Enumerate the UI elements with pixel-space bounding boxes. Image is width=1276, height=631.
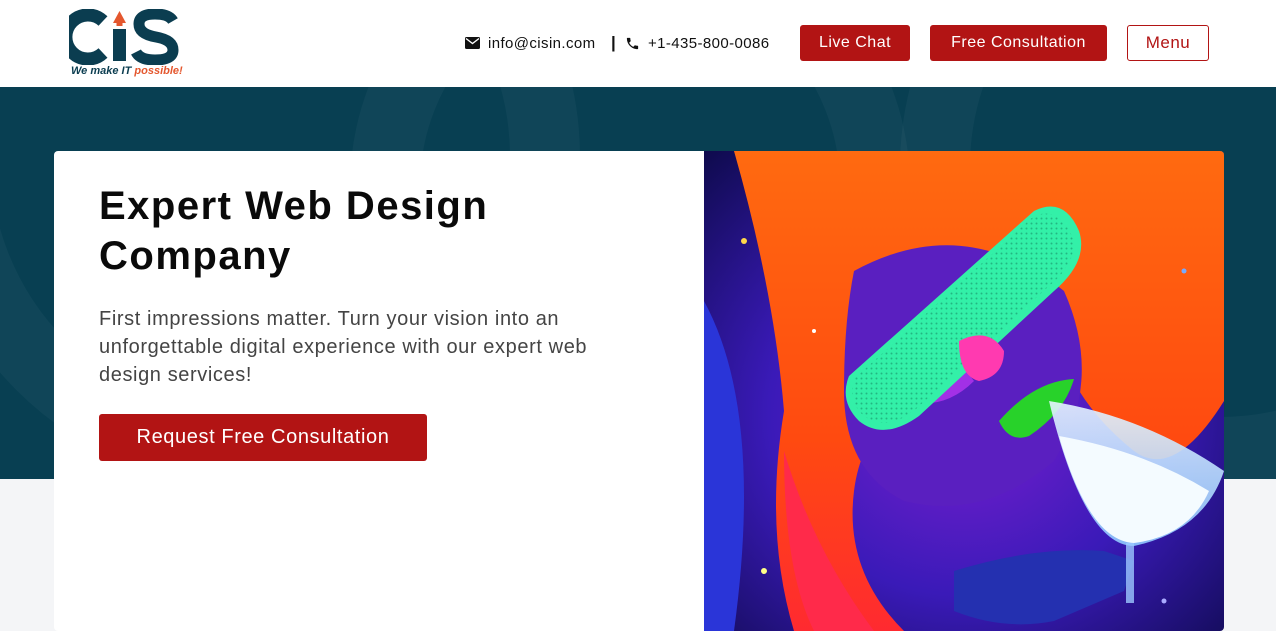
cis-logo[interactable]: We make IT possible!: [59, 8, 183, 79]
page-title: Expert Web Design Company: [99, 184, 489, 278]
contact-separator: |: [611, 33, 616, 52]
menu-button[interactable]: Menu: [1127, 25, 1209, 61]
envelope-icon: [465, 37, 480, 49]
free-consultation-button[interactable]: Free Consultation: [930, 25, 1107, 61]
cis-logo-mark: [59, 8, 179, 66]
logo-tagline: We make IT possible!: [71, 65, 183, 77]
hero-image: [704, 151, 1224, 631]
live-chat-button[interactable]: Live Chat: [800, 25, 910, 61]
email-link[interactable]: info@cisin.com: [465, 33, 596, 53]
phone-icon: [626, 37, 639, 49]
phone-link[interactable]: +1-435-800-0086: [625, 33, 770, 53]
hero-description: First impressions matter. Turn your visi…: [99, 308, 588, 386]
request-consultation-button[interactable]: Request Free Consultation: [99, 414, 427, 461]
hero-card: Expert Web Design Company First impressi…: [54, 151, 1224, 631]
email-text: info@cisin.com: [488, 34, 596, 52]
site-header: We make IT possible! info@cisin.com | +1…: [0, 0, 1276, 87]
phone-text: +1-435-800-0086: [648, 34, 770, 52]
